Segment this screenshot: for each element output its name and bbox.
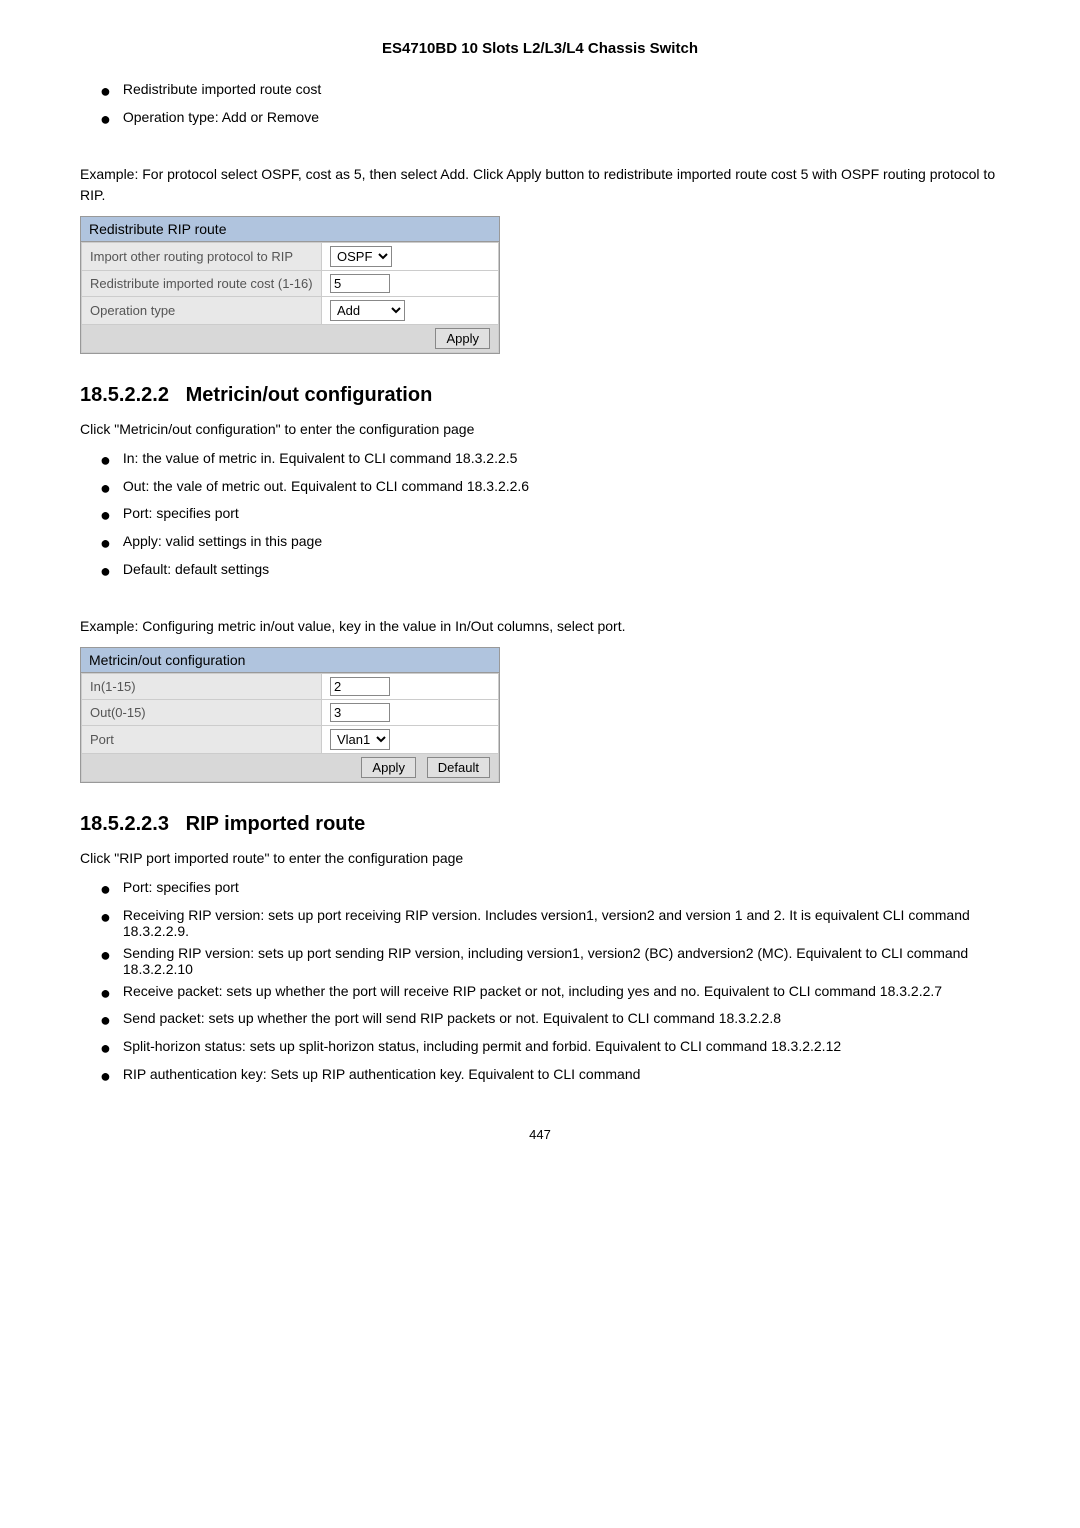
s223-bullet-1: ● Port: specifies port [100,879,1000,901]
metric-table-wrapper: In(1-15) Out(0-15) Port Vlan1 [80,672,500,783]
metric-row-in: In(1-15) [82,674,499,700]
bullet-item-1: ● Redistribute imported route cost [100,81,1000,103]
rip-table: Import other routing protocol to RIP OSP… [81,242,499,353]
metric-apply-row: Apply Default [82,754,499,782]
s223-bullet-7: ● RIP authentication key: Sets up RIP au… [100,1066,1000,1088]
rip-row-optype: Operation type Add Remove [82,297,499,325]
rip-row-cost: Redistribute imported route cost (1-16) [82,271,499,297]
metric-out-input[interactable] [330,703,390,722]
rip-label-protocol: Import other routing protocol to RIP [82,243,322,271]
section223-bullet-list: ● Port: specifies port ● Receiving RIP v… [100,879,1000,1087]
rip-value-protocol: OSPF [322,243,499,271]
example1-text: Example: For protocol select OSPF, cost … [80,164,1000,206]
section222-bullet-list: ● In: the value of metric in. Equivalent… [100,450,1000,582]
metric-label-in: In(1-15) [82,674,322,700]
metric-in-input[interactable] [330,677,390,696]
rip-label-optype: Operation type [82,297,322,325]
s222-bullet-4: ● Apply: valid settings in this page [100,533,1000,555]
bullet-dot-2: ● [100,109,111,131]
metric-label-out: Out(0-15) [82,700,322,726]
rip-apply-button[interactable]: Apply [435,328,490,349]
metric-apply-cell: Apply Default [82,754,499,782]
s223-bullet-2: ● Receiving RIP version: sets up port re… [100,907,1000,939]
metric-value-port: Vlan1 [322,726,499,754]
intro-bullet-list: ● Redistribute imported route cost ● Ope… [100,81,1000,130]
section223-heading: 18.5.2.2.3 RIP imported route [80,813,1000,836]
rip-optype-select[interactable]: Add Remove [330,300,405,321]
bullet-dot-1: ● [100,81,111,103]
rip-label-cost: Redistribute imported route cost (1-16) [82,271,322,297]
metric-row-out: Out(0-15) [82,700,499,726]
metric-row-port: Port Vlan1 [82,726,499,754]
s223-bullet-6: ● Split-horizon status: sets up split-ho… [100,1038,1000,1060]
rip-table-wrapper: Import other routing protocol to RIP OSP… [80,241,500,354]
s223-bullet-3: ● Sending RIP version: sets up port send… [100,945,1000,977]
rip-value-optype: Add Remove [322,297,499,325]
s222-bullet-1: ● In: the value of metric in. Equivalent… [100,450,1000,472]
rip-apply-row: Apply [82,325,499,353]
s222-bullet-3: ● Port: specifies port [100,505,1000,527]
section222-intro: Click "Metricin/out configuration" to en… [80,419,1000,440]
footer-page-number: 447 [80,1127,1000,1142]
metric-port-select[interactable]: Vlan1 [330,729,390,750]
s222-bullet-2: ● Out: the vale of metric out. Equivalen… [100,478,1000,500]
metric-label-port: Port [82,726,322,754]
section223-intro: Click "RIP port imported route" to enter… [80,848,1000,869]
bullet-item-2: ● Operation type: Add or Remove [100,109,1000,131]
rip-protocol-select[interactable]: OSPF [330,246,392,267]
rip-cost-input[interactable] [330,274,390,293]
page-header: ES4710BD 10 Slots L2/L3/L4 Chassis Switc… [80,40,1000,57]
s223-bullet-4: ● Receive packet: sets up whether the po… [100,983,1000,1005]
metric-default-button[interactable]: Default [427,757,490,778]
rip-apply-cell: Apply [82,325,499,353]
s223-bullet-5: ● Send packet: sets up whether the port … [100,1010,1000,1032]
metric-table: In(1-15) Out(0-15) Port Vlan1 [81,673,499,782]
rip-value-cost [322,271,499,297]
metric-apply-button[interactable]: Apply [361,757,416,778]
rip-row-protocol: Import other routing protocol to RIP OSP… [82,243,499,271]
section222-heading: 18.5.2.2.2 Metricin/out configuration [80,384,1000,407]
rip-table-caption: Redistribute RIP route [80,216,500,241]
metric-value-out [322,700,499,726]
s222-bullet-5: ● Default: default settings [100,561,1000,583]
metric-value-in [322,674,499,700]
metric-table-caption: Metricin/out configuration [80,647,500,672]
section222-example-text: Example: Configuring metric in/out value… [80,616,1000,637]
